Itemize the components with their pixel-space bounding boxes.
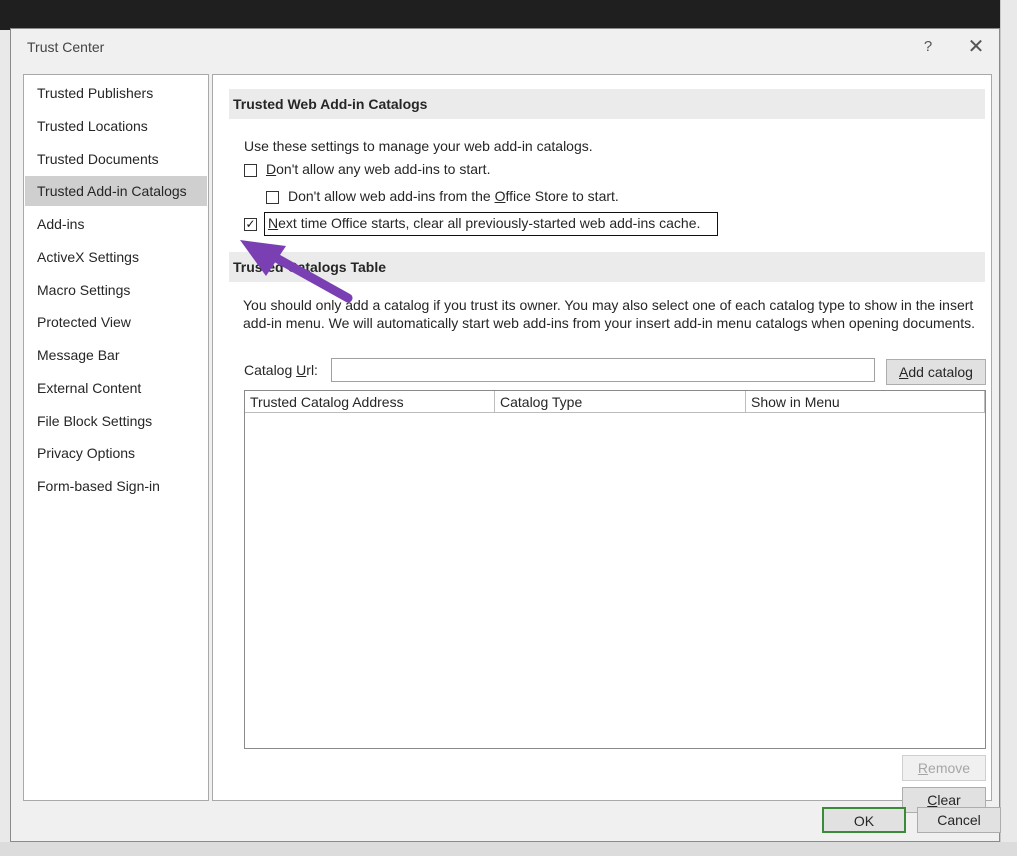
label-text: Don't allow web add-ins from the [288,188,495,204]
nav-item-external-content[interactable]: External Content [25,373,207,403]
trusted-catalogs-table[interactable]: Trusted Catalog Address Catalog Type Sho… [244,390,986,749]
category-nav: Trusted Publishers Trusted Locations Tru… [23,74,209,801]
accel-key: U [296,362,307,378]
button-text: emove [928,760,971,776]
nav-item-addins[interactable]: Add-ins [25,209,207,239]
catalogs-table-heading: Trusted Catalogs Table [229,252,985,282]
clear-addins-cache-checkbox[interactable]: ✓ [244,218,257,231]
clear-addins-cache-label[interactable]: Next time Office starts, clear all previ… [268,215,700,231]
nav-item-macro-settings[interactable]: Macro Settings [25,275,207,305]
nav-item-trusted-addin-catalogs[interactable]: Trusted Add-in Catalogs [25,176,207,206]
column-header-show-in-menu[interactable]: Show in Menu [746,391,985,413]
background-app-left [0,30,10,842]
cancel-button[interactable]: Cancel [917,807,1001,833]
accel-key: C [927,792,938,808]
label-text: rl: [306,362,318,378]
background-app-divider [1000,0,1001,856]
dialog-title: Trust Center [27,39,105,55]
accel-key: A [899,364,909,380]
label-text: ext time Office starts, clear all previo… [278,215,701,231]
catalog-url-input[interactable] [331,358,875,382]
column-header-type[interactable]: Catalog Type [495,391,746,413]
background-app-statusbar [0,842,1017,856]
add-catalog-button[interactable]: Add catalog [886,359,986,385]
nav-item-activex-settings[interactable]: ActiveX Settings [25,242,207,272]
button-text: dd catalog [908,364,973,380]
label-text: Catalog [244,362,297,378]
button-text: lear [937,792,961,808]
nav-item-file-block-settings[interactable]: File Block Settings [25,406,207,436]
label-text: on't allow any web add-ins to start. [276,161,491,177]
web-catalogs-heading: Trusted Web Add-in Catalogs [229,89,985,119]
catalog-url-label: Catalog Url: [244,362,318,378]
dont-allow-web-addins-label[interactable]: Don't allow any web add-ins to start. [266,161,490,177]
dont-allow-office-store-checkbox[interactable] [266,191,279,204]
dont-allow-web-addins-checkbox[interactable] [244,164,257,177]
accel-key: D [266,161,277,177]
accel-key: O [494,188,506,204]
close-icon[interactable]: ✕ [963,35,989,59]
background-app-titlebar [0,0,1017,30]
ok-button[interactable]: OK [822,807,906,833]
nav-item-form-based-sign-in[interactable]: Form-based Sign-in [25,471,207,501]
nav-item-protected-view[interactable]: Protected View [25,307,207,337]
nav-item-privacy-options[interactable]: Privacy Options [25,438,207,468]
catalogs-table-description: You should only add a catalog if you tru… [243,297,975,331]
accel-key: R [917,760,929,776]
label-text: ffice Store to start. [505,188,619,204]
nav-item-trusted-publishers[interactable]: Trusted Publishers [25,78,207,108]
settings-panel: Trusted Web Add-in Catalogs Use these se… [212,74,992,813]
web-catalogs-intro: Use these settings to manage your web ad… [244,138,593,154]
nav-item-trusted-locations[interactable]: Trusted Locations [25,111,207,141]
background-app-right [1000,0,1017,856]
help-icon[interactable]: ? [917,36,939,58]
accel-key: N [268,215,279,231]
trust-center-dialog: Trust Center ? ✕ Trusted Publishers Trus… [10,28,1001,842]
remove-button[interactable]: Remove [902,755,986,781]
column-header-address[interactable]: Trusted Catalog Address [245,391,495,413]
dont-allow-office-store-label[interactable]: Don't allow web add-ins from the Office … [288,188,619,204]
nav-item-trusted-documents[interactable]: Trusted Documents [25,144,207,174]
nav-item-message-bar[interactable]: Message Bar [25,340,207,370]
